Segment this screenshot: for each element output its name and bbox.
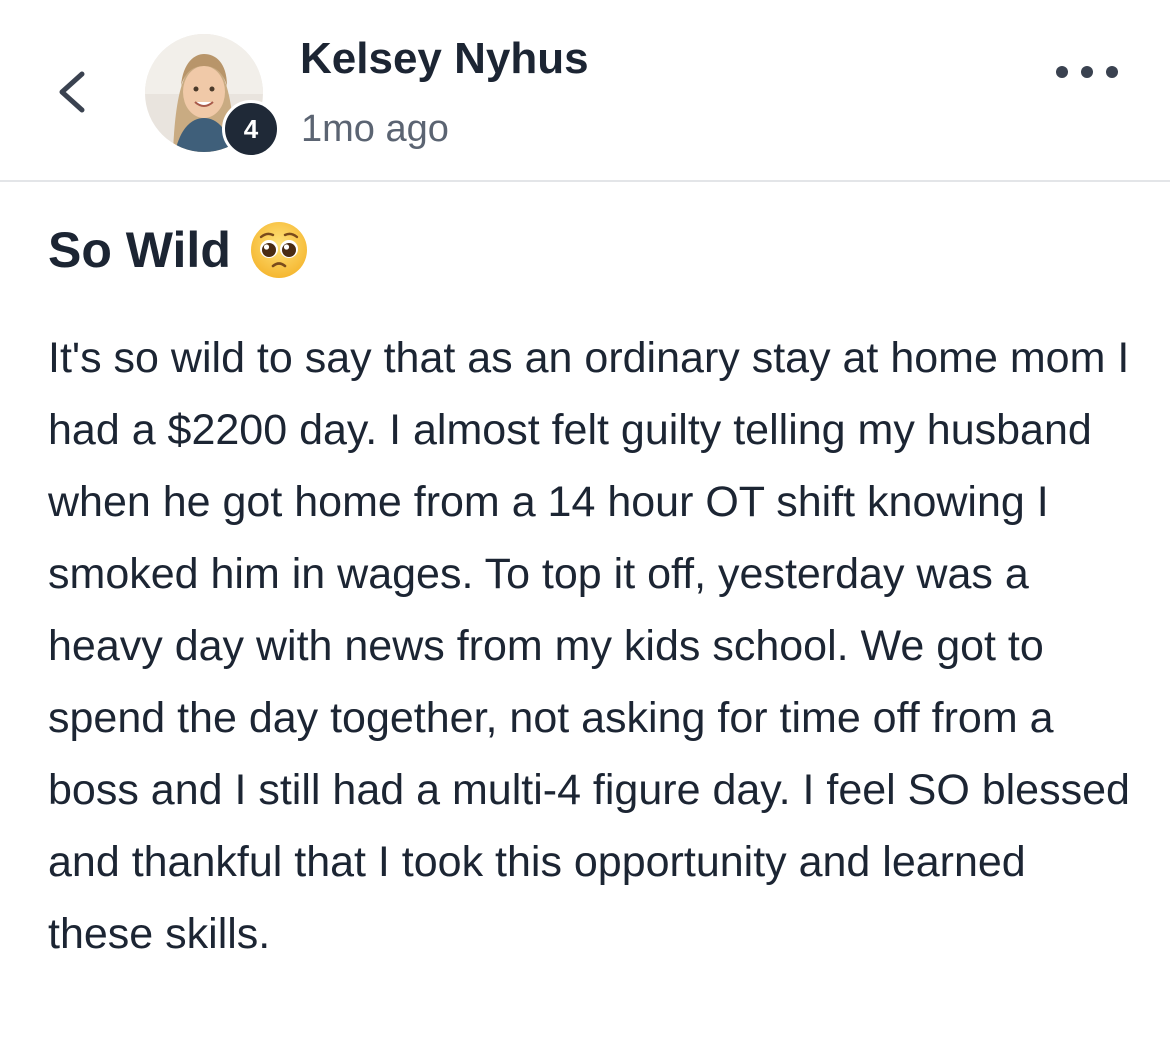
post-title-text: So Wild bbox=[48, 222, 231, 278]
level-badge: 4 bbox=[222, 100, 280, 158]
more-horizontal-icon bbox=[1056, 66, 1068, 78]
back-button[interactable] bbox=[48, 62, 98, 122]
post-title: So Wild bbox=[48, 216, 309, 284]
post-timestamp: 1mo ago bbox=[301, 108, 449, 150]
post-header: 4 Kelsey Nyhus 1mo ago bbox=[0, 0, 1170, 182]
post-body: It's so wild to say that as an ordinary … bbox=[48, 334, 1130, 958]
author-name[interactable]: Kelsey Nyhus bbox=[300, 32, 589, 86]
chevron-left-icon bbox=[59, 71, 85, 113]
pleading-face-emoji-icon bbox=[250, 222, 307, 278]
more-options-button[interactable] bbox=[1056, 54, 1118, 90]
